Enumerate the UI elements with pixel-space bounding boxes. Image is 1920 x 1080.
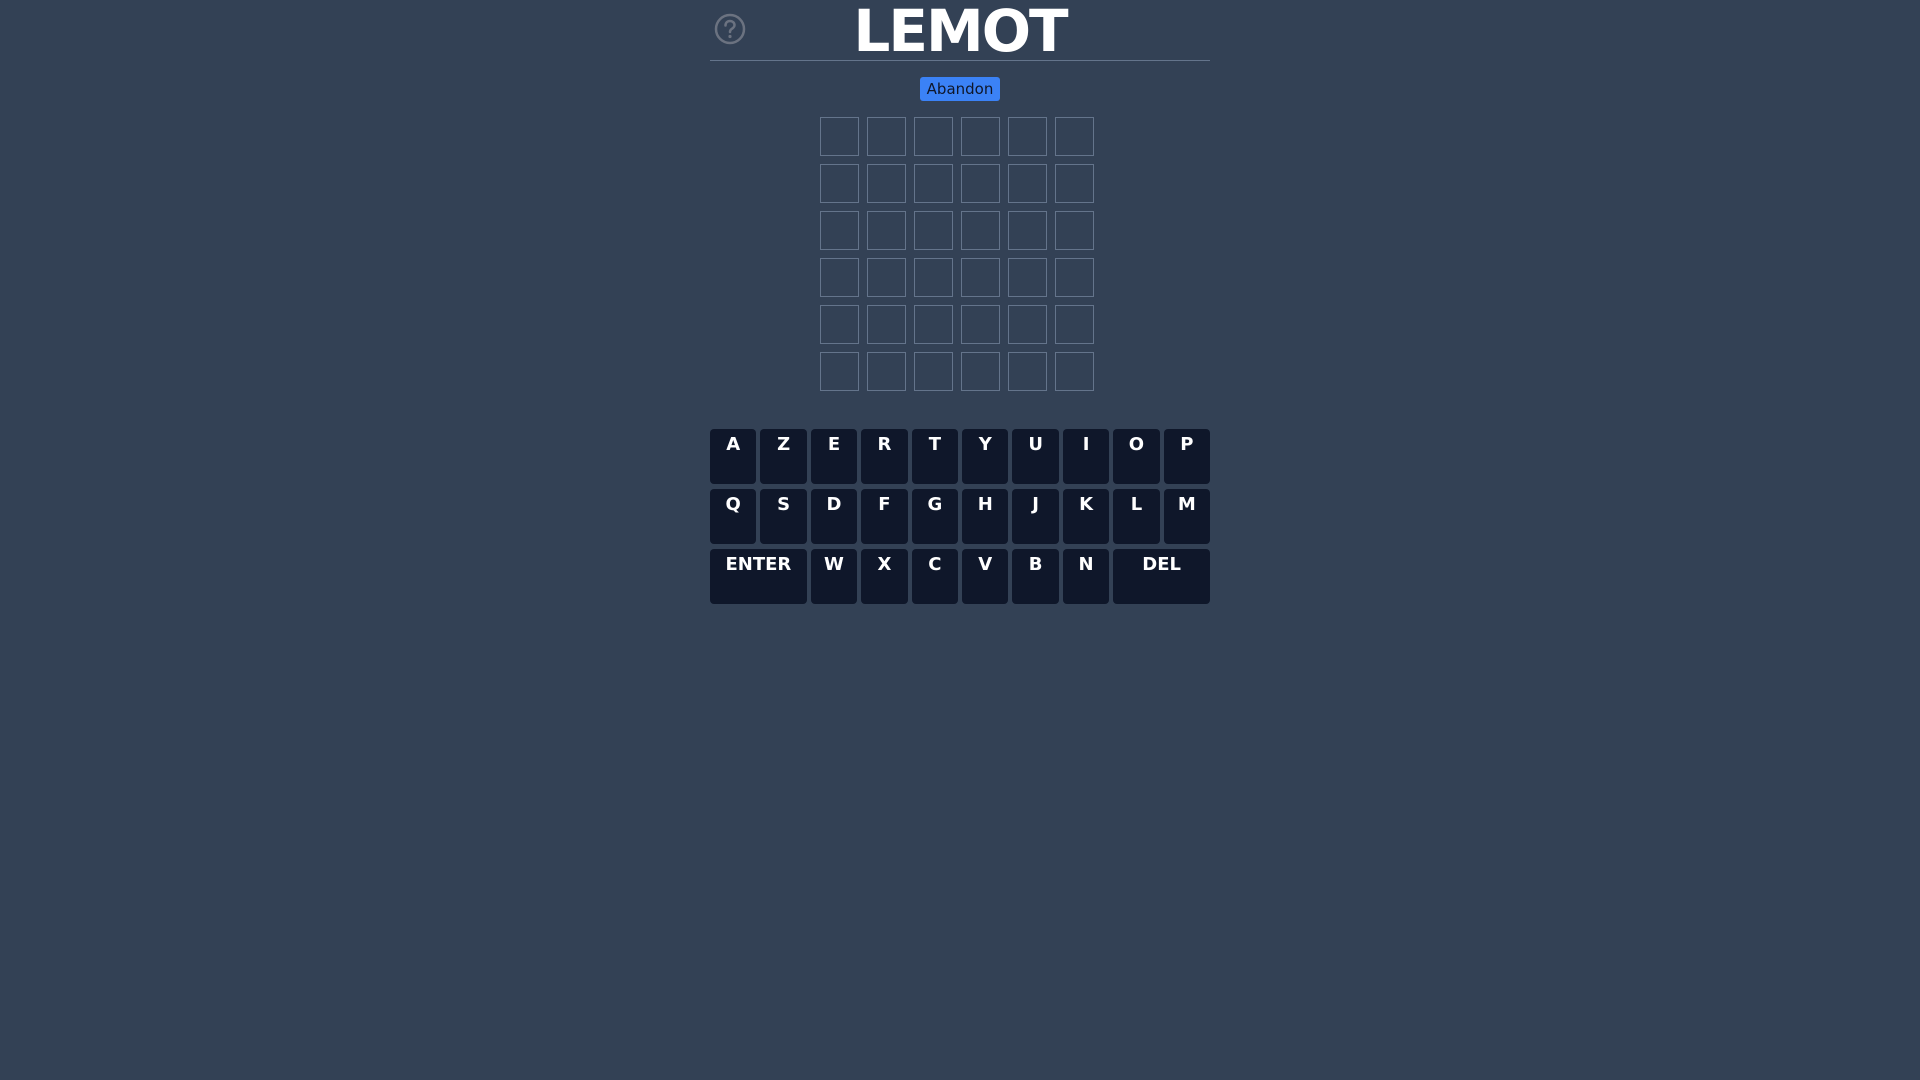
grid-cell <box>1055 305 1094 344</box>
grid-cell <box>820 305 859 344</box>
page-title: LEMOT <box>853 0 1068 65</box>
key-z[interactable]: Z <box>760 429 807 484</box>
key-h[interactable]: H <box>962 489 1009 544</box>
abandon-button[interactable]: Abandon <box>920 77 1000 101</box>
grid-cell <box>1008 258 1047 297</box>
key-t[interactable]: T <box>911 429 959 484</box>
key-l[interactable]: L <box>1113 489 1160 544</box>
grid-row <box>820 117 1094 156</box>
grid-cell <box>1055 211 1094 250</box>
grid-cell <box>914 117 953 156</box>
key-w[interactable]: W <box>810 549 858 604</box>
grid-cell <box>867 117 906 156</box>
grid-row <box>820 305 1094 344</box>
grid-cell <box>1055 352 1094 391</box>
grid-cell <box>1008 211 1047 250</box>
letter-grid <box>820 117 1094 399</box>
key-s[interactable]: S <box>760 489 807 544</box>
grid-cell <box>867 211 906 250</box>
grid-cell <box>961 258 1000 297</box>
grid-cell <box>1055 164 1094 203</box>
grid-cell <box>961 211 1000 250</box>
grid-cell <box>1055 258 1094 297</box>
grid-cell <box>1008 164 1047 203</box>
grid-cell <box>1008 352 1047 391</box>
grid-cell <box>914 352 953 391</box>
grid-cell <box>961 305 1000 344</box>
grid-cell <box>914 305 953 344</box>
keyboard-row: ENTER W X C V B N DEL <box>710 549 1210 604</box>
grid-cell <box>867 258 906 297</box>
grid-cell <box>1008 305 1047 344</box>
grid-cell <box>820 211 859 250</box>
grid-row <box>820 164 1094 203</box>
key-b[interactable]: B <box>1012 549 1059 604</box>
grid-cell <box>820 164 859 203</box>
grid-cell <box>867 164 906 203</box>
grid-row <box>820 211 1094 250</box>
grid-cell <box>961 352 1000 391</box>
grid-cell <box>1008 117 1047 156</box>
key-x[interactable]: X <box>861 549 908 604</box>
keyboard-row: QSDFGHJKLM <box>710 489 1211 544</box>
key-r[interactable]: R <box>861 429 908 484</box>
game-app: LEMOT Abandon A Z E R T Y U I O P Q S D F G H J K L M ENTER W… <box>710 0 1211 604</box>
key-p[interactable]: P <box>1163 429 1211 484</box>
key-y[interactable]: Y <box>962 429 1009 484</box>
keyboard: A Z E R T Y U I O P Q S D F G H J K L M ENTER W X C V B N DEL <box>710 429 1211 609</box>
key-a[interactable]: A <box>710 429 757 484</box>
grid-row <box>820 352 1094 391</box>
key-v[interactable]: V <box>962 549 1009 604</box>
key-f[interactable]: F <box>861 489 908 544</box>
keyboard-row: AZERTYUIOP <box>710 429 1211 484</box>
key-c[interactable]: C <box>911 549 958 604</box>
key-k[interactable]: K <box>1062 489 1110 544</box>
grid-cell <box>914 164 953 203</box>
header: LEMOT <box>710 0 1210 65</box>
grid-cell <box>867 305 906 344</box>
grid-cell <box>961 164 1000 203</box>
key-g[interactable]: G <box>911 489 959 544</box>
grid-cell <box>820 117 859 156</box>
grid-cell <box>914 258 953 297</box>
grid-cell <box>820 258 859 297</box>
key-i[interactable]: I <box>1062 429 1110 484</box>
delete-key[interactable]: DEL <box>1113 549 1210 604</box>
grid-cell <box>961 117 1000 156</box>
enter-key[interactable]: ENTER <box>710 549 807 604</box>
key-m[interactable]: M <box>1163 489 1211 544</box>
grid-cell <box>914 211 953 250</box>
key-o[interactable]: O <box>1113 429 1160 484</box>
key-n[interactable]: N <box>1062 549 1110 604</box>
grid-cell <box>820 352 859 391</box>
key-q[interactable]: Q <box>710 489 757 544</box>
key-d[interactable]: D <box>810 489 858 544</box>
grid-row <box>820 258 1094 297</box>
key-e[interactable]: E <box>810 429 858 484</box>
grid-cell <box>867 352 906 391</box>
key-u[interactable]: U <box>1012 429 1059 484</box>
grid-cell <box>1055 117 1094 156</box>
key-j[interactable]: J <box>1012 489 1059 544</box>
